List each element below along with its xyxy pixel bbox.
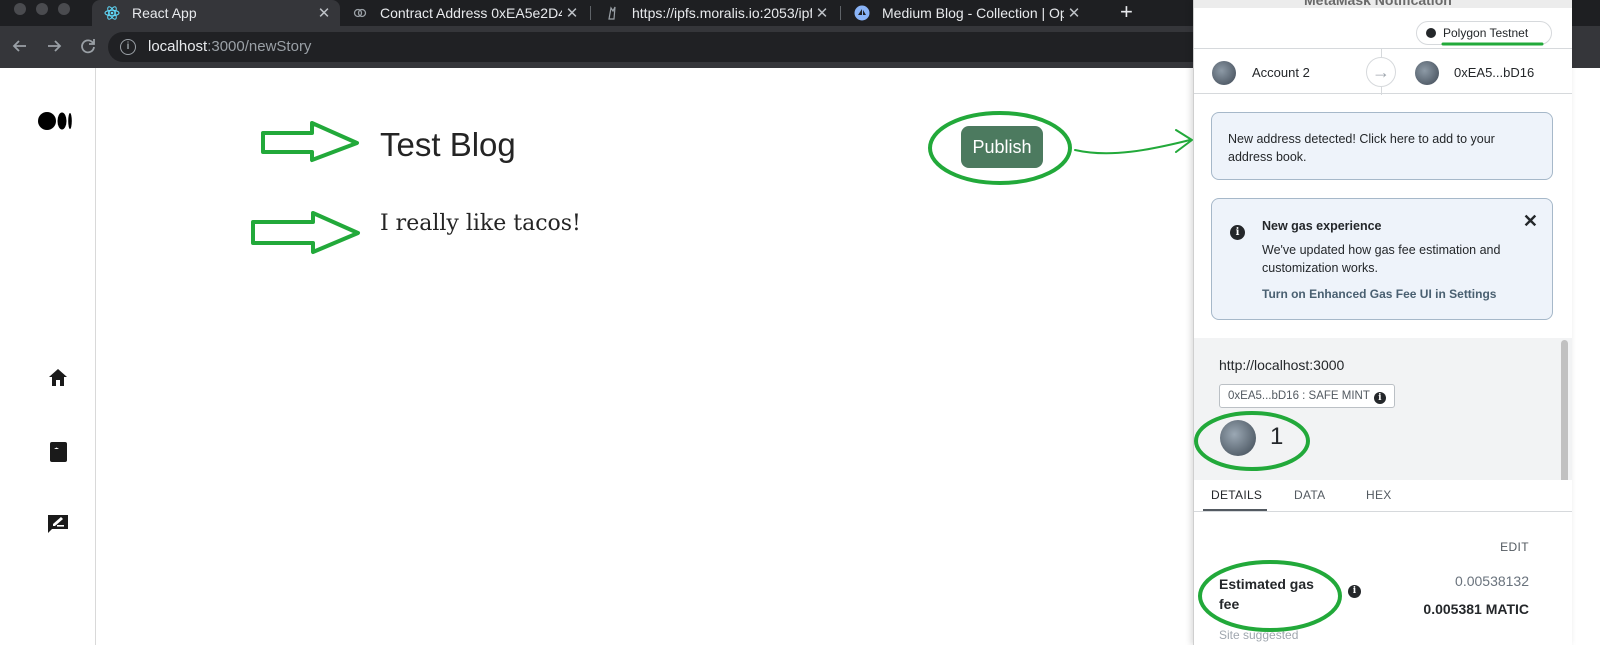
new-tab-button[interactable]: + xyxy=(1120,0,1133,26)
dapp-origin: http://localhost:3000 xyxy=(1219,357,1345,373)
minimize-window-dot[interactable] xyxy=(36,3,48,15)
story-body-input[interactable]: I really like tacos! xyxy=(380,211,581,236)
from-account-avatar xyxy=(1212,61,1236,85)
site-suggested-label: Site suggested xyxy=(1219,628,1299,642)
medium-logo[interactable] xyxy=(38,112,74,130)
metamask-titlebar: MetaMask Notification xyxy=(1194,0,1572,8)
tab-title: Contract Address 0xEA5e2D4 xyxy=(380,5,562,21)
gas-notice-title: New gas experience xyxy=(1262,219,1382,233)
close-tab-icon[interactable]: ✕ xyxy=(314,4,334,22)
transaction-summary: http://localhost:3000 0xEA5...bD16 : SAF… xyxy=(1194,338,1572,480)
arrow-annotation-title xyxy=(261,121,359,162)
gas-fee-value: 0.00538132 xyxy=(1455,573,1529,589)
gas-experience-notice: i ✕ New gas experience We've updated how… xyxy=(1211,198,1553,320)
enhanced-gas-settings-link[interactable]: Turn on Enhanced Gas Fee UI in Settings xyxy=(1262,287,1536,301)
book-icon[interactable] xyxy=(46,440,70,464)
tab-opensea-collection[interactable]: Medium Blog - Collection | Ope ✕ xyxy=(842,0,1090,26)
pointer-annotation-publish xyxy=(1074,129,1193,155)
metamask-window-title: MetaMask Notification xyxy=(1304,0,1452,8)
tab-title: Medium Blog - Collection | Ope xyxy=(882,5,1064,21)
story-title-input[interactable]: Test Blog xyxy=(380,126,516,164)
arrow-annotation-body xyxy=(251,211,360,254)
url-path: :3000/newStory xyxy=(207,38,312,55)
arrow-right-icon: → xyxy=(1366,57,1396,87)
new-address-text: New address detected! Click here to add … xyxy=(1228,132,1495,164)
close-tab-icon[interactable]: ✕ xyxy=(562,4,582,22)
opensea-icon xyxy=(854,5,870,21)
url-bar[interactable]: i localhost:3000/newStory xyxy=(108,32,1208,62)
account-identicon xyxy=(1220,420,1256,456)
react-icon xyxy=(104,5,120,21)
app-sidebar xyxy=(0,68,96,645)
contract-method-text: 0xEA5...bD16 : SAFE MINT xyxy=(1228,390,1370,402)
home-icon[interactable] xyxy=(46,366,70,390)
tab-separator xyxy=(590,6,591,20)
info-icon[interactable]: i xyxy=(1373,392,1386,404)
screenshot-root: React App ✕ Contract Address 0xEA5e2D4 ✕… xyxy=(0,0,1600,645)
tab-react-app[interactable]: React App ✕ xyxy=(92,0,340,26)
to-account-address[interactable]: 0xEA5...bD16 xyxy=(1454,65,1534,80)
publish-button[interactable]: Publish xyxy=(961,126,1043,168)
close-window-dot[interactable] xyxy=(14,3,26,15)
url-text: localhost:3000/newStory xyxy=(148,38,311,55)
tab-title: https://ipfs.moralis.io:2053/ipfs xyxy=(632,5,812,21)
info-icon: i xyxy=(1230,225,1245,240)
from-account-name[interactable]: Account 2 xyxy=(1252,65,1310,80)
forward-arrow-icon[interactable] xyxy=(42,34,66,58)
to-account-avatar xyxy=(1415,61,1439,85)
tab-data[interactable]: DATA xyxy=(1294,488,1325,502)
reload-icon[interactable] xyxy=(76,34,100,58)
tab-details[interactable]: DETAILS xyxy=(1211,488,1262,502)
url-host: localhost xyxy=(148,38,208,55)
tab-title: React App xyxy=(132,5,197,21)
tab-separator xyxy=(840,6,841,20)
tab-hex[interactable]: HEX xyxy=(1366,488,1392,502)
edit-gas-button[interactable]: EDIT xyxy=(1500,540,1529,554)
ipfs-page-icon xyxy=(604,5,620,21)
sender-recipient-bar: Account 2 → 0xEA5...bD16 xyxy=(1194,48,1572,95)
site-info-icon[interactable]: i xyxy=(120,39,136,55)
network-name: Polygon Testnet xyxy=(1443,26,1529,40)
metamask-header: Polygon Testnet xyxy=(1194,8,1572,48)
polygonscan-icon xyxy=(352,5,368,21)
close-tab-icon[interactable]: ✕ xyxy=(1064,4,1084,22)
close-tab-icon[interactable]: ✕ xyxy=(812,4,832,22)
active-tab-underline xyxy=(1203,509,1267,511)
gas-fee-matic: 0.005381 MATIC xyxy=(1423,601,1529,617)
back-arrow-icon[interactable] xyxy=(8,34,32,58)
estimated-gas-fee-label: Estimated gas fee xyxy=(1219,576,1314,612)
metamask-popup: MetaMask Notification Polygon Testnet Ac… xyxy=(1193,0,1572,645)
new-address-notice[interactable]: New address detected! Click here to add … xyxy=(1211,112,1553,180)
gas-notice-text: We've updated how gas fee estimation and… xyxy=(1262,243,1501,275)
write-icon[interactable] xyxy=(46,512,70,536)
zoom-window-dot[interactable] xyxy=(58,3,70,15)
tab-contract-address[interactable]: Contract Address 0xEA5e2D4 ✕ xyxy=(340,0,588,26)
close-icon[interactable]: ✕ xyxy=(1523,211,1538,232)
network-selector[interactable]: Polygon Testnet xyxy=(1416,21,1552,45)
popup-scrollbar[interactable] xyxy=(1561,340,1568,490)
transaction-tabs: DETAILS DATA HEX xyxy=(1194,480,1572,512)
network-status-dot xyxy=(1426,28,1436,38)
tab-ipfs[interactable]: https://ipfs.moralis.io:2053/ipfs ✕ xyxy=(592,0,838,26)
transaction-details: EDIT Estimated gas fee i 0.00538132 0.00… xyxy=(1194,512,1572,645)
contract-method-badge: 0xEA5...bD16 : SAFE MINT i xyxy=(1219,384,1395,408)
transaction-amount: 1 xyxy=(1270,423,1284,450)
info-icon[interactable]: i xyxy=(1348,585,1361,598)
